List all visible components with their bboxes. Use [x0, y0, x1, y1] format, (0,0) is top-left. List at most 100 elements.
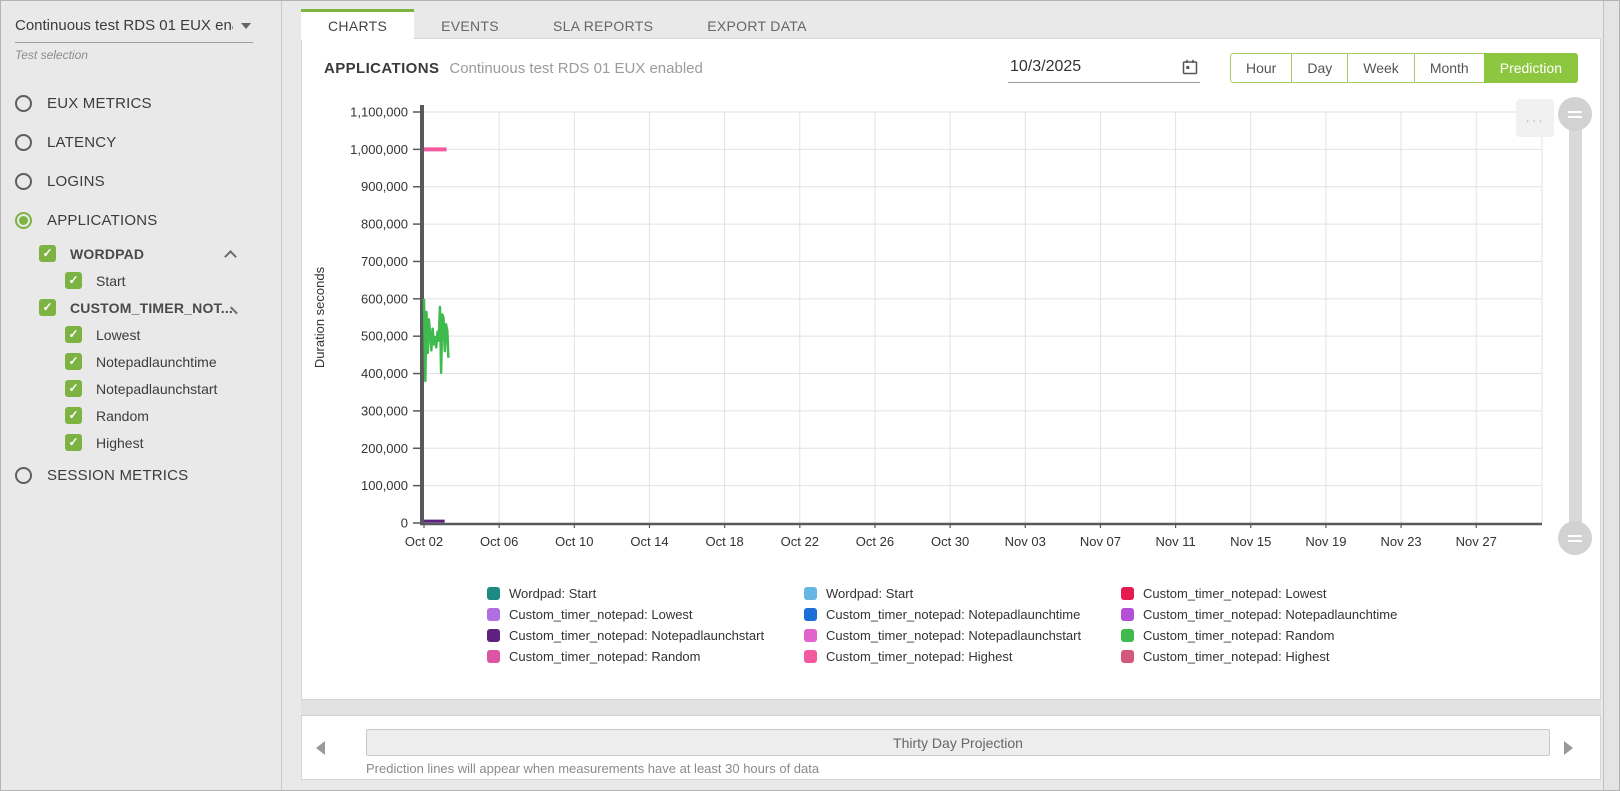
projection-title-bar[interactable]: Thirty Day Projection — [366, 729, 1550, 756]
checkbox-checked-icon[interactable] — [65, 434, 82, 451]
legend-item-custom-timer-notepad-lowest[interactable]: Custom_timer_notepad: Lowest — [1121, 583, 1438, 604]
legend-item-custom-timer-notepad-notepadlaunchtime[interactable]: Custom_timer_notepad: Notepadlaunchtime — [1121, 604, 1438, 625]
scrollbar[interactable] — [1603, 1, 1619, 790]
sidebar-item-lowest[interactable]: Lowest — [65, 321, 267, 348]
legend-item-custom-timer-notepad-random[interactable]: Custom_timer_notepad: Random — [487, 646, 804, 667]
legend-item-custom-timer-notepad-notepadlaunchstart[interactable]: Custom_timer_notepad: Notepadlaunchstart — [804, 625, 1121, 646]
svg-text:Oct 02: Oct 02 — [405, 534, 443, 549]
legend-label: Custom_timer_notepad: Notepadlaunchstart — [826, 628, 1081, 643]
page-subtitle: Continuous test RDS 01 EUX enabled — [449, 60, 702, 77]
svg-text:Nov 07: Nov 07 — [1080, 534, 1121, 549]
legend-label: Custom_timer_notepad: Notepadlaunchtime — [1143, 607, 1397, 622]
svg-text:300,000: 300,000 — [361, 403, 408, 418]
sidebar-item-label: CUSTOM_TIMER_NOT... — [70, 300, 233, 316]
legend-swatch — [804, 608, 817, 621]
sidebar-item-start[interactable]: Start — [65, 267, 267, 294]
sidebar-item-session-metrics[interactable]: SESSION METRICS — [15, 456, 267, 495]
sidebar-item-eux-metrics[interactable]: EUX METRICS — [15, 84, 267, 123]
sidebar-item-label: Notepadlaunchstart — [96, 381, 217, 397]
svg-text:800,000: 800,000 — [361, 217, 408, 232]
legend-item-wordpad-start[interactable]: Wordpad: Start — [804, 583, 1121, 604]
tab-sla-reports[interactable]: SLA REPORTS — [526, 9, 680, 40]
radio-icon[interactable] — [15, 173, 32, 190]
legend-item-wordpad-start[interactable]: Wordpad: Start — [487, 583, 804, 604]
radio-icon[interactable] — [15, 467, 32, 484]
sidebar-item-notepadlaunchstart[interactable]: Notepadlaunchstart — [65, 375, 267, 402]
checkbox-checked-icon[interactable] — [65, 380, 82, 397]
svg-text:Nov 23: Nov 23 — [1380, 534, 1421, 549]
checkbox-checked-icon[interactable] — [65, 272, 82, 289]
tab-bar: CHARTSEVENTSSLA REPORTSEXPORT DATA — [301, 1, 1601, 39]
svg-text:100,000: 100,000 — [361, 478, 408, 493]
checkbox-checked-icon[interactable] — [65, 326, 82, 343]
legend-swatch — [487, 608, 500, 621]
checkbox-checked-icon[interactable] — [39, 299, 56, 316]
projection-next-button[interactable] — [1558, 736, 1578, 760]
sidebar-item-applications[interactable]: APPLICATIONS — [15, 201, 267, 240]
chevron-up-icon[interactable] — [224, 250, 237, 263]
radio-icon[interactable] — [15, 134, 32, 151]
chart-range-slider[interactable] — [1558, 97, 1592, 555]
tab-export-data[interactable]: EXPORT DATA — [680, 9, 834, 40]
legend-label: Wordpad: Start — [826, 586, 913, 601]
test-selector-value: Continuous test RDS 01 EUX ena... — [15, 17, 233, 34]
chart-panel: APPLICATIONS Continuous test RDS 01 EUX … — [301, 38, 1601, 700]
applications-chart: 0100,000200,000300,000400,000500,000600,… — [310, 93, 1560, 565]
chart-menu-button[interactable]: ... — [1516, 99, 1554, 137]
sidebar-item-notepadlaunchtime[interactable]: Notepadlaunchtime — [65, 348, 267, 375]
legend-item-custom-timer-notepad-lowest[interactable]: Custom_timer_notepad: Lowest — [487, 604, 804, 625]
tab-charts[interactable]: CHARTS — [301, 9, 414, 40]
svg-text:Nov 19: Nov 19 — [1305, 534, 1346, 549]
test-selector-caption: Test selection — [15, 48, 267, 62]
range-button-week[interactable]: Week — [1347, 53, 1415, 83]
svg-text:Oct 06: Oct 06 — [480, 534, 518, 549]
legend-item-custom-timer-notepad-notepadlaunchtime[interactable]: Custom_timer_notepad: Notepadlaunchtime — [804, 604, 1121, 625]
slider-track[interactable] — [1569, 113, 1582, 539]
svg-text:Oct 10: Oct 10 — [555, 534, 593, 549]
sidebar-item-label: APPLICATIONS — [47, 212, 157, 229]
chart-gridlines — [424, 112, 1542, 523]
legend-swatch — [804, 587, 817, 600]
radio-icon[interactable] — [15, 95, 32, 112]
legend-label: Custom_timer_notepad: Notepadlaunchtime — [826, 607, 1080, 622]
slider-handle-bottom[interactable] — [1558, 521, 1592, 555]
legend-label: Custom_timer_notepad: Random — [1143, 628, 1335, 643]
range-button-month[interactable]: Month — [1414, 53, 1485, 83]
sidebar-item-latency[interactable]: LATENCY — [15, 123, 267, 162]
legend-swatch — [487, 587, 500, 600]
panel-header: APPLICATIONS Continuous test RDS 01 EUX … — [302, 39, 1600, 87]
page-title: APPLICATIONS — [324, 60, 439, 77]
legend-item-custom-timer-notepad-highest[interactable]: Custom_timer_notepad: Highest — [804, 646, 1121, 667]
range-button-day[interactable]: Day — [1291, 53, 1348, 83]
arrow-left-icon — [316, 741, 325, 755]
calendar-icon[interactable] — [1182, 59, 1198, 75]
svg-text:Nov 03: Nov 03 — [1005, 534, 1046, 549]
svg-text:Oct 14: Oct 14 — [630, 534, 668, 549]
date-value: 10/3/2025 — [1010, 58, 1081, 76]
legend-swatch — [804, 629, 817, 642]
range-button-hour[interactable]: Hour — [1230, 53, 1292, 83]
checkbox-checked-icon[interactable] — [39, 245, 56, 262]
range-button-prediction[interactable]: Prediction — [1484, 53, 1578, 83]
legend-swatch — [487, 650, 500, 663]
legend-swatch — [804, 650, 817, 663]
sidebar-item-highest[interactable]: Highest — [65, 429, 267, 456]
checkbox-checked-icon[interactable] — [65, 353, 82, 370]
svg-text:200,000: 200,000 — [361, 441, 408, 456]
sidebar-item-logins[interactable]: LOGINS — [15, 162, 267, 201]
tab-events[interactable]: EVENTS — [414, 9, 526, 40]
slider-handle-top[interactable] — [1558, 97, 1592, 131]
checkbox-checked-icon[interactable] — [65, 407, 82, 424]
sidebar-item-random[interactable]: Random — [65, 402, 267, 429]
projection-prev-button[interactable] — [310, 736, 330, 760]
radio-selected-icon[interactable] — [15, 212, 32, 229]
svg-text:Nov 11: Nov 11 — [1155, 534, 1195, 549]
sidebar-item-wordpad[interactable]: WORDPAD — [39, 240, 239, 267]
legend-item-custom-timer-notepad-highest[interactable]: Custom_timer_notepad: Highest — [1121, 646, 1438, 667]
legend-item-custom-timer-notepad-notepadlaunchstart[interactable]: Custom_timer_notepad: Notepadlaunchstart — [487, 625, 804, 646]
legend-label: Custom_timer_notepad: Highest — [826, 649, 1012, 664]
date-input[interactable]: 10/3/2025 — [1008, 54, 1200, 83]
legend-item-custom-timer-notepad-random[interactable]: Custom_timer_notepad: Random — [1121, 625, 1438, 646]
test-selector-dropdown[interactable]: Continuous test RDS 01 EUX ena... — [15, 13, 253, 43]
sidebar-item-custom-timer-not[interactable]: CUSTOM_TIMER_NOT... — [39, 294, 239, 321]
